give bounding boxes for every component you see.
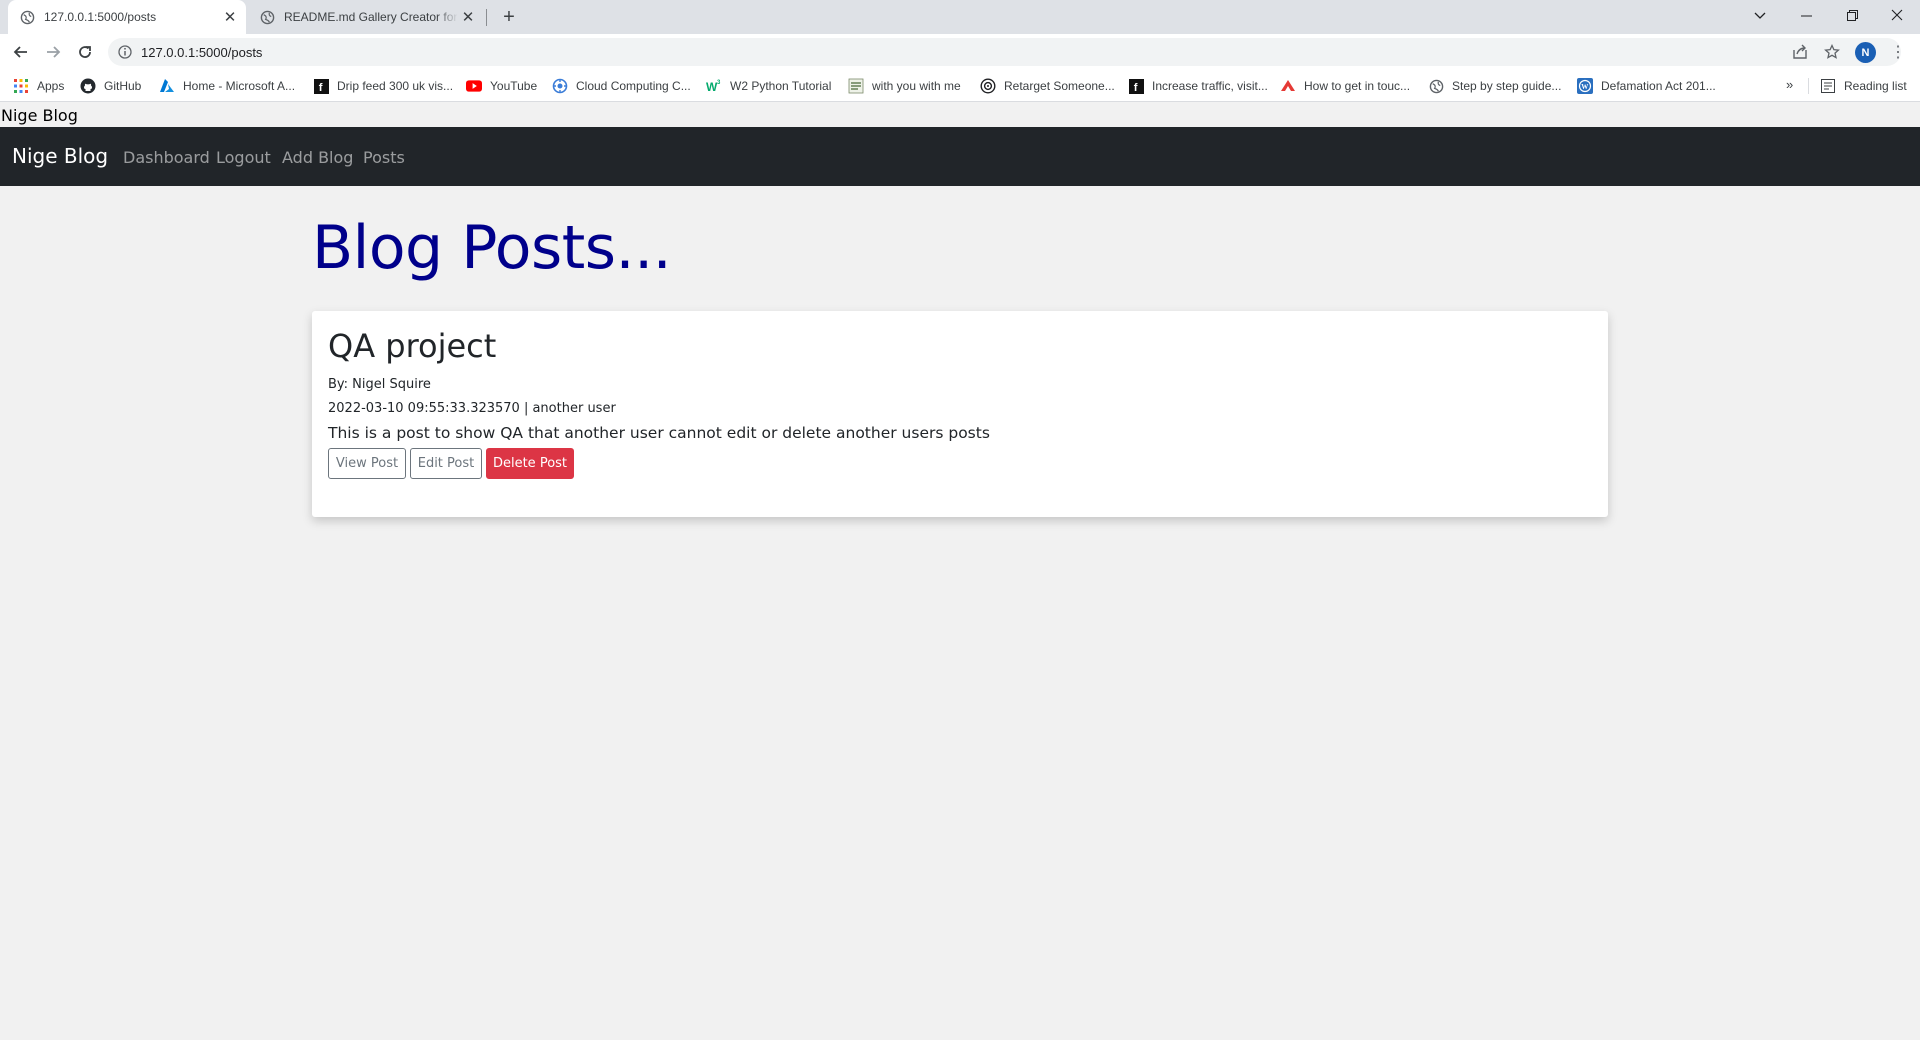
bookmark-label: Cloud Computing C... — [576, 79, 691, 93]
site-title-text: Nige Blog — [1, 106, 78, 125]
cloud-icon — [552, 78, 568, 94]
bookmark-label: W2 Python Tutorial — [730, 79, 832, 93]
arrow-logo-icon — [1280, 78, 1296, 94]
page-viewport: Nige Blog Nige Blog Dashboard Logout Add… — [0, 103, 1920, 1040]
svg-text:3: 3 — [717, 80, 721, 86]
bookmark-label: Apps — [37, 79, 65, 93]
bookmark-defamation-act[interactable]: W Defamation Act 201... — [1577, 77, 1716, 95]
reading-list-label: Reading list — [1844, 79, 1907, 93]
chevron-down-icon — [1754, 12, 1766, 19]
close-tab-icon[interactable]: ✕ — [458, 7, 478, 27]
nav-link-add-blog[interactable]: Add Blog — [282, 148, 353, 167]
bookmark-label: Home - Microsoft A... — [183, 79, 296, 93]
bookmark-label: Increase traffic, visit... — [1152, 79, 1268, 93]
nav-link-logout[interactable]: Logout — [216, 148, 271, 167]
site-icon — [848, 78, 864, 94]
youtube-icon — [466, 78, 482, 94]
close-tab-icon[interactable]: ✕ — [220, 7, 240, 27]
post-title: QA project — [328, 327, 497, 365]
profile-avatar[interactable]: N — [1855, 42, 1876, 63]
fiverr-icon: f — [1128, 78, 1144, 94]
tab-title: README.md Gallery Creator for GitHub — [284, 10, 458, 24]
bookmark-retarget[interactable]: Retarget Someone... — [980, 77, 1115, 95]
bookmark-cloud-computing[interactable]: Cloud Computing C... — [552, 77, 691, 95]
restore-icon — [1846, 9, 1858, 21]
tab-title: 127.0.0.1:5000/posts — [44, 10, 157, 24]
navbar-brand[interactable]: Nige Blog — [12, 144, 108, 168]
globe-icon — [260, 10, 275, 25]
forward-button[interactable] — [39, 38, 67, 66]
bookmark-youtube[interactable]: YouTube — [466, 77, 537, 95]
delete-post-button[interactable]: Delete Post — [486, 448, 574, 479]
svg-text:f: f — [1133, 82, 1137, 94]
nav-link-posts[interactable]: Posts — [363, 148, 405, 167]
url-text: 127.0.0.1:5000/posts — [141, 44, 263, 60]
globe-icon — [1428, 78, 1444, 94]
bookmark-label: How to get in touc... — [1304, 79, 1411, 93]
nav-link-dashboard[interactable]: Dashboard — [123, 148, 210, 167]
bookmark-label: Retarget Someone... — [1004, 79, 1115, 93]
svg-text:f: f — [318, 82, 322, 94]
new-tab-button[interactable]: + — [497, 5, 521, 29]
bookmark-github[interactable]: GitHub — [80, 77, 141, 95]
tab-search-button[interactable] — [1737, 0, 1783, 30]
bookmarks-divider — [1808, 78, 1809, 94]
tab-posts[interactable]: 127.0.0.1:5000/posts ✕ — [8, 0, 246, 34]
bookmark-step-by-step[interactable]: Step by step guide... — [1428, 77, 1561, 95]
bookmark-microsoft-azure[interactable]: Home - Microsoft A... — [159, 77, 295, 95]
share-icon[interactable] — [1790, 42, 1810, 62]
bookmark-python-tutorial[interactable]: W3 W2 Python Tutorial — [706, 77, 831, 95]
svg-text:W: W — [1581, 83, 1588, 91]
address-bar[interactable]: 127.0.0.1:5000/posts — [108, 38, 1901, 66]
kebab-menu-icon[interactable]: ⋮ — [1886, 38, 1910, 66]
reload-icon — [79, 46, 91, 58]
view-post-button[interactable]: View Post — [328, 448, 406, 479]
reading-list-button[interactable]: Reading list — [1820, 77, 1907, 95]
apps-grid-icon — [13, 78, 29, 94]
globe-icon — [20, 10, 35, 25]
post-body: This is a post to show QA that another u… — [328, 424, 990, 442]
bookmark-label: Defamation Act 201... — [1601, 79, 1716, 93]
target-icon — [980, 78, 996, 94]
edit-post-button[interactable]: Edit Post — [410, 448, 482, 479]
tab-strip: 127.0.0.1:5000/posts ✕ README.md Gallery… — [0, 0, 1920, 34]
reading-list-icon — [1820, 78, 1836, 94]
close-icon — [1891, 9, 1903, 21]
azure-icon — [159, 78, 175, 94]
post-author: By: Nigel Squire — [328, 377, 431, 392]
tab-separator — [486, 9, 487, 26]
arrow-left-icon — [13, 46, 27, 58]
minimize-icon — [1800, 15, 1812, 16]
minimize-button[interactable] — [1783, 0, 1829, 30]
reload-button[interactable] — [71, 38, 99, 66]
info-icon[interactable] — [117, 44, 133, 60]
bookmark-label: Step by step guide... — [1452, 79, 1562, 93]
navbar: Nige Blog Dashboard Logout Add Blog Post… — [0, 127, 1920, 186]
bookmark-increase-traffic[interactable]: f Increase traffic, visit... — [1128, 77, 1268, 95]
bookmark-with-you-with-me[interactable]: with you with me — [848, 77, 961, 95]
bookmark-how-to-get-in-touch[interactable]: How to get in touc... — [1280, 77, 1410, 95]
post-card: QA project By: Nigel Squire 2022-03-10 0… — [312, 311, 1608, 517]
github-icon — [80, 78, 96, 94]
bookmark-star-icon[interactable] — [1822, 42, 1842, 62]
bookmark-apps[interactable]: Apps — [13, 77, 64, 95]
more-bookmarks-button[interactable]: » — [1786, 77, 1793, 92]
fiverr-icon: f — [313, 78, 329, 94]
tab-readme-gallery[interactable]: README.md Gallery Creator for GitHub ✕ — [248, 0, 484, 34]
browser-toolbar: 127.0.0.1:5000/posts N ⋮ — [0, 34, 1920, 70]
close-window-button[interactable] — [1874, 0, 1920, 30]
arrow-right-icon — [47, 46, 61, 58]
post-meta: 2022-03-10 09:55:33.323570 | another use… — [328, 401, 616, 416]
page-title: Blog Posts... — [312, 213, 672, 283]
wordpress-icon: W — [1577, 78, 1593, 94]
w3-icon: W3 — [706, 78, 722, 94]
bookmark-drip-feed[interactable]: f Drip feed 300 uk vis... — [313, 77, 453, 95]
back-button[interactable] — [7, 38, 35, 66]
bookmark-label: YouTube — [490, 79, 538, 93]
bookmark-label: Drip feed 300 uk vis... — [337, 79, 454, 93]
bookmarks-bar: Apps GitHub Home - Microsoft A... f Drip… — [0, 70, 1920, 102]
restore-button[interactable] — [1829, 0, 1875, 30]
bookmark-label: GitHub — [104, 79, 142, 93]
bookmark-label: with you with me — [872, 79, 961, 93]
